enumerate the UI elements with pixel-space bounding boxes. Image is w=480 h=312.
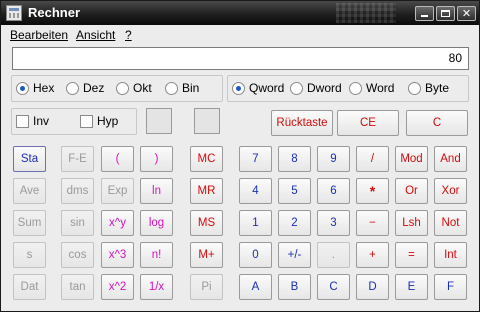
radio-label: Hex	[33, 81, 55, 95]
or-button[interactable]: Or	[395, 178, 428, 204]
radio-indicator	[232, 82, 245, 95]
minimize-icon	[421, 15, 428, 17]
fe-button[interactable]: F-E	[61, 146, 94, 172]
cos-button[interactable]: cos	[61, 242, 94, 268]
hex-b-button[interactable]: B	[278, 274, 311, 300]
memory-clear-button[interactable]: MC	[190, 146, 223, 172]
clear-button[interactable]: C	[406, 110, 468, 136]
hex-e-button[interactable]: E	[395, 274, 428, 300]
sin-button[interactable]: sin	[61, 210, 94, 236]
xor-button[interactable]: Xor	[434, 178, 467, 204]
checkbox-label: Hyp	[97, 114, 119, 128]
radio-label: Bin	[182, 81, 200, 95]
maximize-icon	[441, 10, 450, 17]
parenthesis-indicator-box	[194, 108, 220, 134]
hex-f-button[interactable]: F	[434, 274, 467, 300]
ln-button[interactable]: ln	[140, 178, 173, 204]
dat-button[interactable]: Dat	[13, 274, 46, 300]
sum-button[interactable]: Sum	[13, 210, 46, 236]
radio-label: Qword	[249, 81, 285, 95]
digit-5-button[interactable]: 5	[278, 178, 311, 204]
word-size-group: Qword Dword Word Byte	[227, 75, 469, 102]
x-squared-button[interactable]: x^2	[101, 274, 134, 300]
radio-indicator	[66, 82, 79, 95]
memory-indicator-box	[146, 108, 172, 134]
window-title: Rechner	[28, 5, 81, 20]
digit-3-button[interactable]: 3	[317, 210, 350, 236]
ave-button[interactable]: Ave	[13, 178, 46, 204]
result-display: 80	[12, 47, 469, 70]
radio-label: Dword	[307, 81, 342, 95]
factorial-button[interactable]: n!	[140, 242, 173, 268]
close-paren-button[interactable]: )	[140, 146, 173, 172]
int-button[interactable]: Int	[434, 242, 467, 268]
digit-8-button[interactable]: 8	[278, 146, 311, 172]
subtract-button[interactable]: −	[356, 210, 389, 236]
radio-indicator	[349, 82, 362, 95]
title-bar[interactable]: Rechner ✕	[1, 1, 479, 25]
digit-1-button[interactable]: 1	[239, 210, 272, 236]
backspace-button[interactable]: Rücktaste	[271, 110, 333, 136]
hex-c-button[interactable]: C	[317, 274, 350, 300]
memory-recall-button[interactable]: MR	[190, 178, 223, 204]
radio-indicator	[290, 82, 303, 95]
maximize-button[interactable]	[436, 6, 455, 21]
titlebar-pattern	[336, 3, 396, 23]
decimal-button[interactable]: .	[317, 242, 350, 268]
multiply-button[interactable]: *	[356, 178, 389, 204]
x-cubed-button[interactable]: x^3	[101, 242, 134, 268]
divide-button[interactable]: /	[356, 146, 389, 172]
hex-d-button[interactable]: D	[356, 274, 389, 300]
hex-a-button[interactable]: A	[239, 274, 272, 300]
checkbox-indicator	[80, 115, 93, 128]
digit-7-button[interactable]: 7	[239, 146, 272, 172]
close-button[interactable]: ✕	[457, 6, 476, 21]
minimize-button[interactable]	[415, 6, 434, 21]
lsh-button[interactable]: Lsh	[395, 210, 428, 236]
menu-help[interactable]: ?	[125, 28, 132, 42]
s-button[interactable]: s	[13, 242, 46, 268]
menu-bar: Bearbeiten Ansicht ?	[1, 25, 479, 44]
equals-button[interactable]: =	[395, 242, 428, 268]
mod-button[interactable]: Mod	[395, 146, 428, 172]
checkbox-label: Inv	[33, 114, 50, 128]
radio-indicator	[165, 82, 178, 95]
x-pow-y-button[interactable]: x^y	[101, 210, 134, 236]
calculator-app-icon	[6, 5, 22, 21]
add-button[interactable]: +	[356, 242, 389, 268]
log-button[interactable]: log	[140, 210, 173, 236]
reciprocal-button[interactable]: 1/x	[140, 274, 173, 300]
radio-label: Word	[366, 81, 395, 95]
checkbox-indicator	[16, 115, 29, 128]
digit-9-button[interactable]: 9	[317, 146, 350, 172]
dms-button[interactable]: dms	[61, 178, 94, 204]
menu-edit[interactable]: Bearbeiten	[10, 28, 68, 42]
radio-indicator	[16, 82, 29, 95]
radio-indicator	[408, 82, 421, 95]
digit-2-button[interactable]: 2	[278, 210, 311, 236]
digit-6-button[interactable]: 6	[317, 178, 350, 204]
sta-button[interactable]: Sta	[13, 146, 46, 172]
not-button[interactable]: Not	[434, 210, 467, 236]
pi-button[interactable]: Pi	[190, 274, 223, 300]
clear-entry-button[interactable]: CE	[337, 110, 399, 136]
close-icon: ✕	[461, 7, 472, 20]
calculator-window: Rechner ✕ Bearbeiten Ansicht ? 80 Hex De…	[0, 0, 480, 312]
radio-label: Byte	[425, 81, 450, 95]
radio-label: Dez	[83, 81, 105, 95]
digit-4-button[interactable]: 4	[239, 178, 272, 204]
number-base-group: Hex Dez Okt Bin	[11, 75, 223, 102]
exp-button[interactable]: Exp	[101, 178, 134, 204]
memory-add-button[interactable]: M+	[190, 242, 223, 268]
negate-button[interactable]: +/-	[278, 242, 311, 268]
tan-button[interactable]: tan	[61, 274, 94, 300]
and-button[interactable]: And	[434, 146, 467, 172]
digit-0-button[interactable]: 0	[239, 242, 272, 268]
memory-store-button[interactable]: MS	[190, 210, 223, 236]
menu-view[interactable]: Ansicht	[76, 28, 115, 42]
radio-indicator	[116, 82, 129, 95]
radio-label: Okt	[133, 81, 152, 95]
options-group: Inv Hyp	[11, 108, 137, 135]
open-paren-button[interactable]: (	[101, 146, 134, 172]
